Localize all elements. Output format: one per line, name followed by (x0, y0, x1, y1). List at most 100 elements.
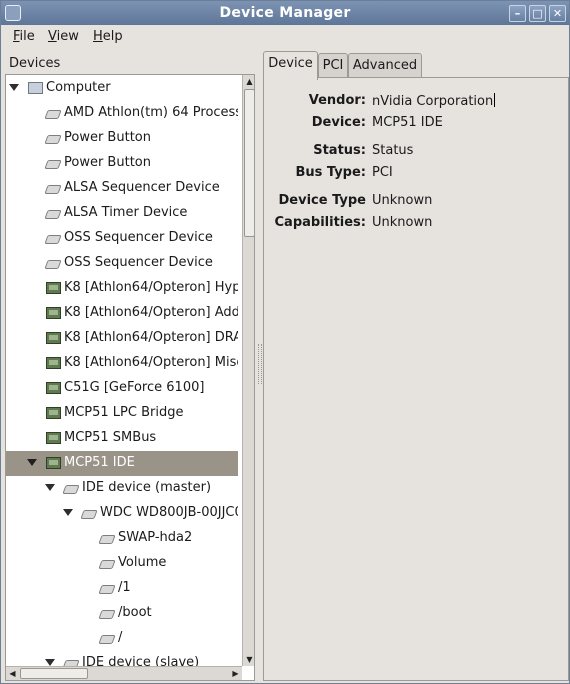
drive-icon (44, 210, 62, 219)
tree-item-label: OSS Sequencer Device (64, 230, 213, 245)
tree-item[interactable]: Power Button (6, 151, 238, 176)
expander-down-icon[interactable] (45, 484, 55, 491)
tree-item-label: K8 [Athlon64/Opteron] HyperTransport Tec… (64, 280, 238, 295)
expander-down-icon[interactable] (9, 84, 19, 91)
tree-item[interactable]: MCP51 SMBus (6, 426, 238, 451)
drive-icon (98, 585, 116, 594)
tree-item[interactable]: AMD Athlon(tm) 64 Processor 3000+ (6, 101, 238, 126)
tree-item[interactable]: K8 [Athlon64/Opteron] Address Map (6, 301, 238, 326)
tree-item[interactable]: K8 [Athlon64/Opteron] HyperTransport Tec… (6, 276, 238, 301)
drive-icon (98, 610, 116, 619)
tree-item-label: MCP51 IDE (64, 455, 135, 470)
tree-item-label: Power Button (64, 130, 151, 145)
bus-type-value[interactable]: PCI (372, 165, 393, 180)
drive-icon (44, 135, 62, 144)
tree-item-label: ALSA Timer Device (64, 205, 188, 220)
tree-item-label: /1 (118, 580, 131, 595)
vertical-scroll-thumb[interactable] (244, 89, 254, 237)
tree-item-label: K8 [Athlon64/Opteron] DRAM Controller (64, 330, 238, 345)
scroll-right-arrow-icon[interactable]: ▶ (229, 667, 242, 680)
tab-device[interactable]: Device (263, 51, 318, 80)
details-pane: Device PCI Advanced Vendor: nVidia Corpo… (263, 49, 569, 683)
bus-type-label: Bus Type: (295, 165, 366, 180)
tree-item[interactable]: C51G [GeForce 6100] (6, 376, 238, 401)
tree-item-label: MCP51 SMBus (64, 430, 157, 445)
drive-icon (44, 110, 62, 119)
maximize-icon[interactable]: □ (529, 5, 546, 22)
tree-item[interactable]: OSS Sequencer Device (6, 251, 238, 276)
pci-card-icon (46, 357, 61, 369)
vendor-label: Vendor: (308, 93, 366, 108)
drive-icon (80, 510, 98, 519)
device-type-value[interactable]: Unknown (372, 193, 432, 208)
tree-item[interactable]: Volume (6, 551, 238, 576)
device-value[interactable]: MCP51 IDE (372, 115, 443, 130)
minimize-icon[interactable]: – (509, 5, 526, 22)
tree-item[interactable]: ALSA Timer Device (6, 201, 238, 226)
pci-card-icon (46, 382, 61, 394)
pci-card-icon (46, 432, 61, 444)
vendor-value[interactable]: nVidia Corporation (372, 93, 496, 109)
tree-item[interactable]: WDC WD800JB-00JJC0 (6, 501, 238, 526)
tree-item-label: MCP51 LPC Bridge (64, 405, 184, 420)
tree-item-label: ALSA Sequencer Device (64, 180, 220, 195)
computer-icon (28, 82, 43, 94)
capabilities-value[interactable]: Unknown (372, 215, 432, 230)
pci-card-icon (46, 307, 61, 319)
tree-item-label: IDE device (master) (82, 480, 212, 495)
expander-down-icon[interactable] (45, 659, 55, 666)
pci-card-icon (46, 457, 61, 469)
vertical-scrollbar[interactable]: ▲ ▼ (242, 75, 254, 666)
tree-item[interactable]: IDE device (master) (6, 476, 238, 501)
tree-item[interactable]: Power Button (6, 126, 238, 151)
scroll-left-arrow-icon[interactable]: ◀ (6, 667, 19, 680)
tree-item-label: Power Button (64, 155, 151, 170)
tree-item-label: AMD Athlon(tm) 64 Processor 3000+ (64, 105, 238, 120)
menu-view[interactable]: View (48, 29, 79, 44)
tree-item[interactable]: OSS Sequencer Device (6, 226, 238, 251)
window-title: Device Manager (219, 5, 351, 21)
scroll-down-arrow-icon[interactable]: ▼ (244, 653, 254, 666)
tab-pci[interactable]: PCI (318, 53, 348, 79)
tree-item[interactable]: Computer (6, 76, 238, 101)
status-label: Status: (313, 143, 366, 158)
device-label: Device: (311, 115, 366, 130)
menu-help[interactable]: Help (93, 29, 123, 44)
drive-icon (98, 560, 116, 569)
drive-icon (44, 235, 62, 244)
horizontal-scroll-thumb[interactable] (20, 668, 88, 679)
close-icon[interactable]: ✕ (549, 5, 566, 22)
title-bar[interactable]: Device Manager – □ ✕ (1, 1, 569, 25)
text-cursor (494, 93, 496, 107)
tree-item-label: Volume (118, 555, 167, 570)
tree-item[interactable]: / (6, 626, 238, 651)
tab-advanced[interactable]: Advanced (348, 53, 422, 79)
drive-icon (44, 185, 62, 194)
tree-item-label: Computer (46, 80, 111, 95)
expander-down-icon[interactable] (63, 509, 73, 516)
tree-item[interactable]: K8 [Athlon64/Opteron] DRAM Controller (6, 326, 238, 351)
status-value[interactable]: Status (372, 143, 413, 158)
menu-bar: File View Help (1, 25, 569, 49)
horizontal-scrollbar[interactable]: ◀ ▶ (6, 666, 242, 680)
device-manager-window: Device Manager – □ ✕ File View Help Devi… (0, 0, 570, 684)
tree-item-label: WDC WD800JB-00JJC0 (100, 505, 238, 520)
scroll-up-arrow-icon[interactable]: ▲ (244, 75, 254, 88)
tree-item[interactable]: /boot (6, 601, 238, 626)
device-tree[interactable]: Computer AMD Athlon(tm) 64 Processor 3000… (5, 74, 255, 681)
tree-item-label: SWAP-hda2 (118, 530, 193, 545)
tree-item-label: C51G [GeForce 6100] (64, 380, 205, 395)
tree-item[interactable]: SWAP-hda2 (6, 526, 238, 551)
tree-item[interactable]: MCP51 IDE (6, 451, 238, 476)
tree-item[interactable]: MCP51 LPC Bridge (6, 401, 238, 426)
tree-item[interactable]: K8 [Athlon64/Opteron] Miscellaneous Cont… (6, 351, 238, 376)
tree-item[interactable]: ALSA Sequencer Device (6, 176, 238, 201)
tree-item-label: OSS Sequencer Device (64, 255, 213, 270)
drive-icon (62, 485, 80, 494)
expander-down-icon[interactable] (27, 459, 37, 466)
tree-item-label: / (118, 630, 123, 645)
devices-pane: Devices Computer AMD Athlon(tm) 64 Proces… (1, 49, 257, 683)
menu-file[interactable]: File (13, 29, 35, 44)
tree-item[interactable]: /1 (6, 576, 238, 601)
splitter-grip-icon[interactable] (258, 344, 262, 384)
